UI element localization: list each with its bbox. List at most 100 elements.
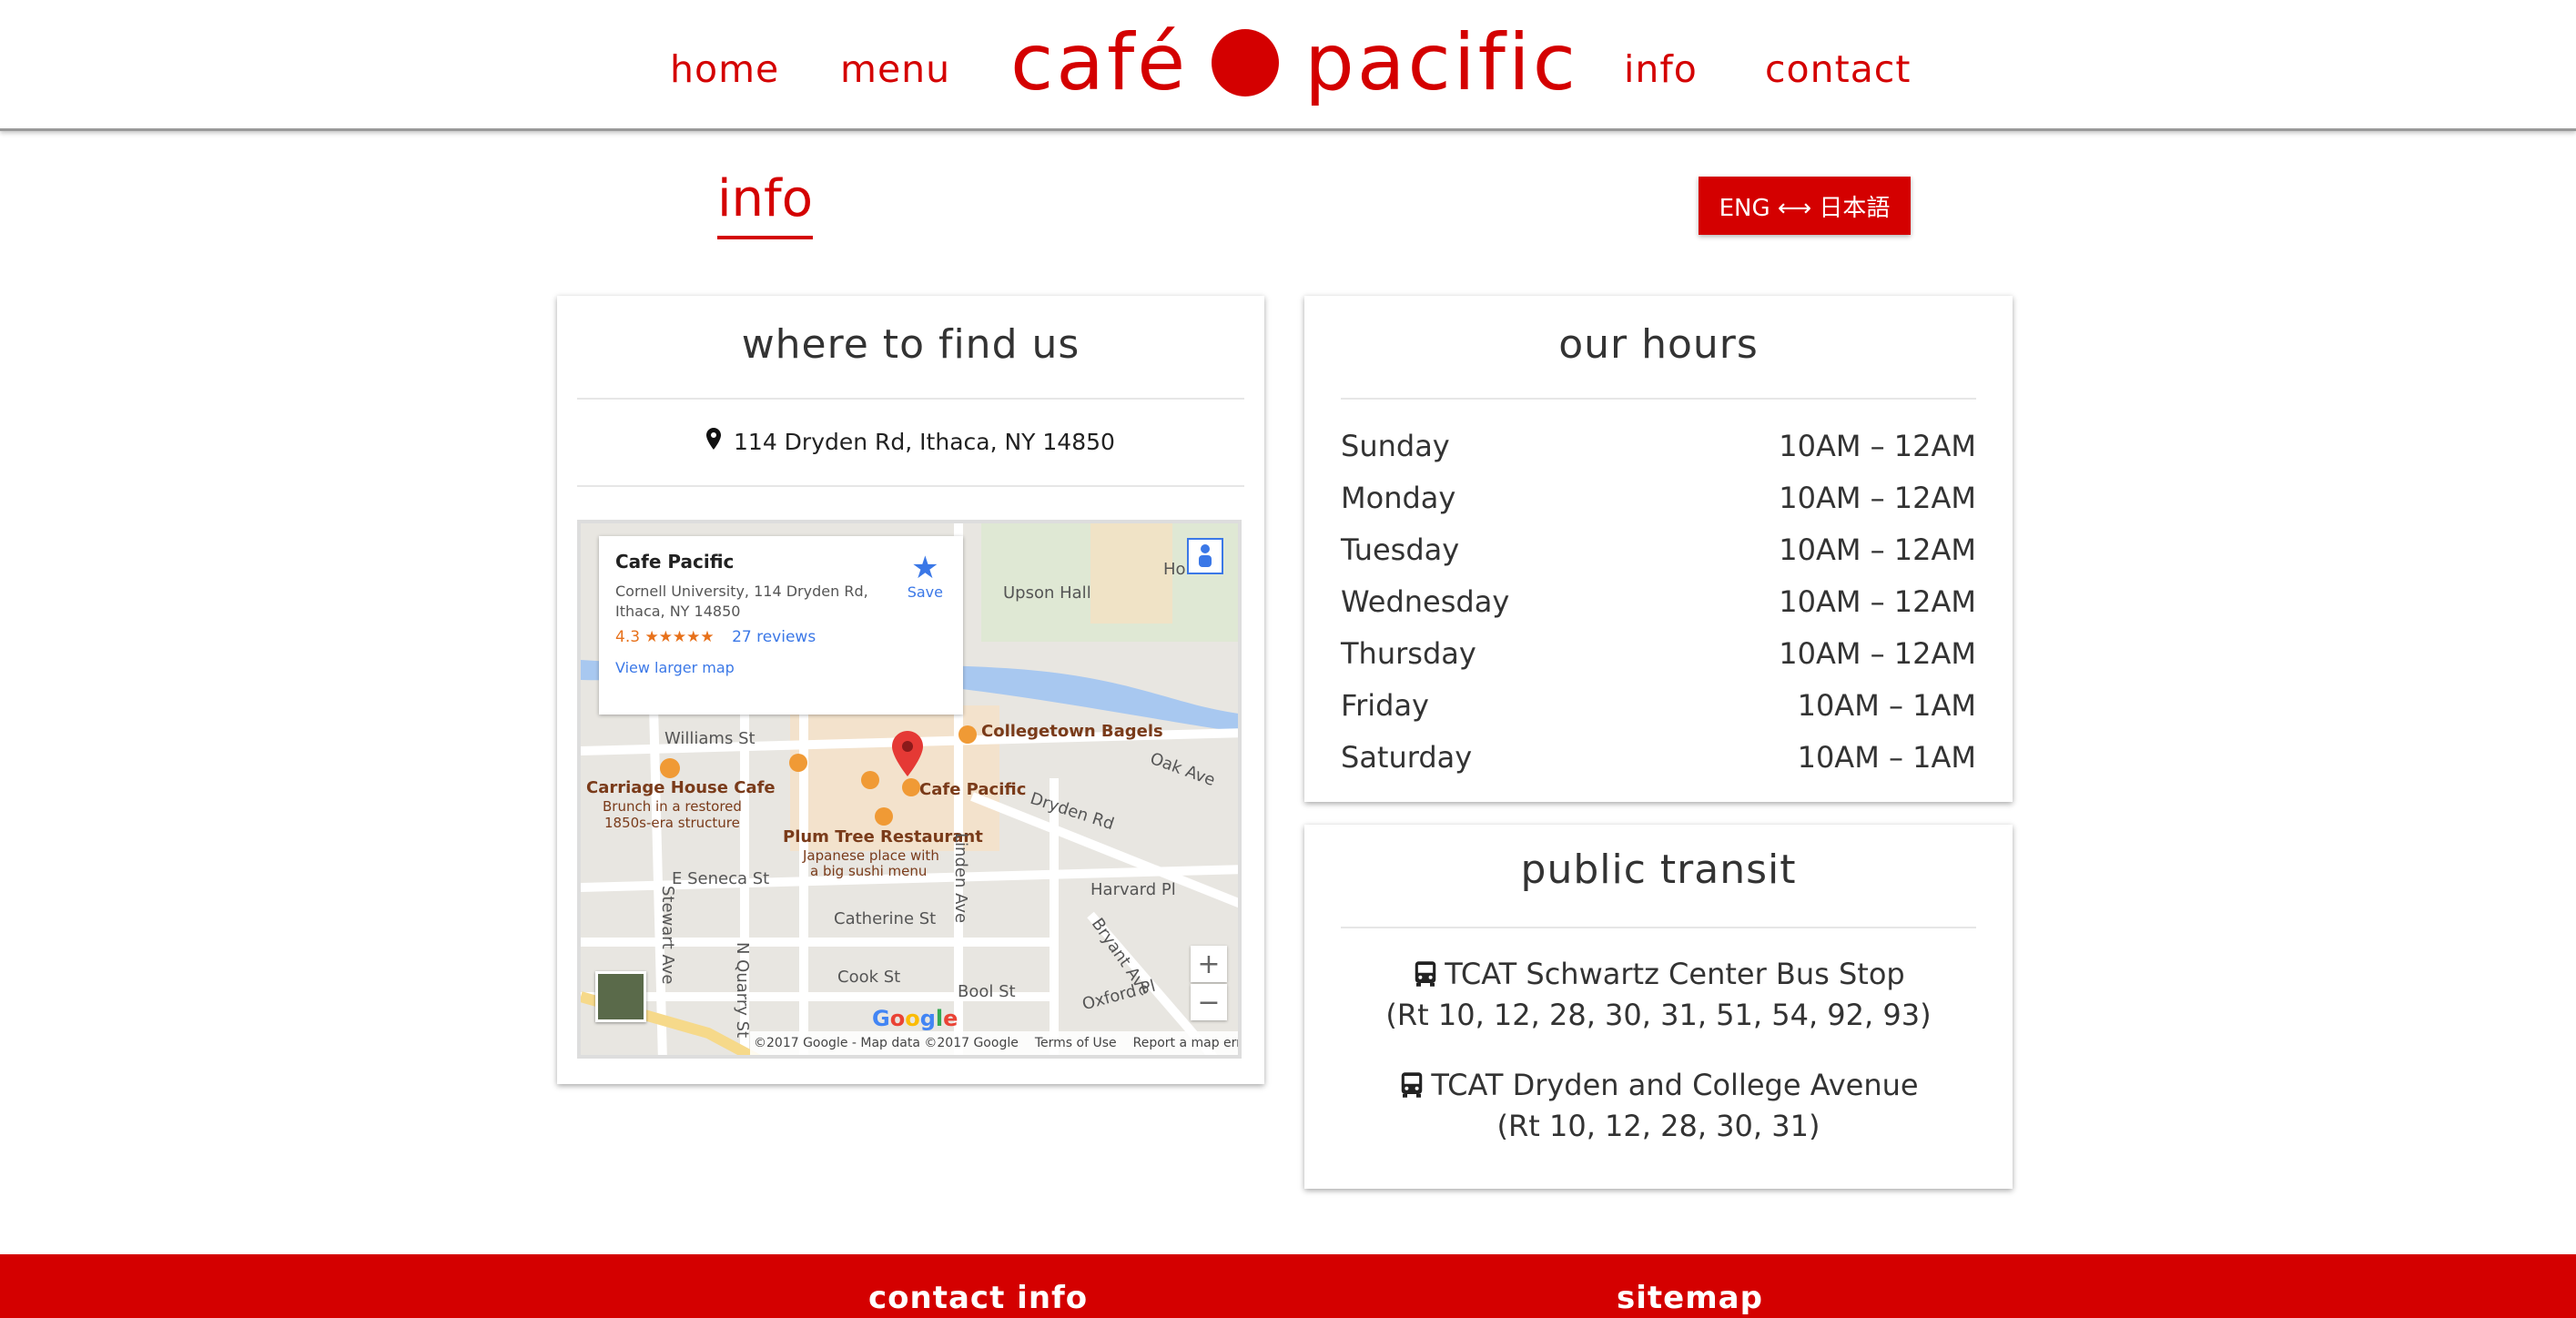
- map-label-carriage-house: Carriage House Cafe: [586, 778, 776, 797]
- google-logo-letter: g: [919, 1006, 936, 1031]
- google-logo-letter: G: [872, 1006, 890, 1031]
- map-label-cook-st: Cook St: [837, 968, 901, 987]
- location-heading: where to find us: [741, 321, 1080, 368]
- map-pin-icon[interactable]: [892, 731, 923, 776]
- stop-routes: (Rt 10, 12, 28, 30, 31): [1496, 1108, 1820, 1143]
- hours-row: Monday 10AM – 12AM: [1341, 481, 1976, 515]
- place-name: Cafe Pacific: [615, 551, 735, 573]
- address-text: 114 Dryden Rd, Ithaca, NY 14850: [734, 429, 1115, 455]
- transit-stop: TCAT Schwartz Center Bus Stop (Rt 10, 12…: [1304, 954, 2013, 1036]
- hours-row: Sunday 10AM – 12AM: [1341, 429, 1976, 463]
- hours-row: Saturday 10AM – 1AM: [1341, 740, 1976, 775]
- nav-home-link[interactable]: home: [670, 47, 779, 91]
- map-label-cafe-pacific: Cafe Pacific: [919, 780, 1027, 799]
- google-logo-letter: o: [889, 1006, 906, 1031]
- time-range: 10AM – 12AM: [1779, 584, 1976, 619]
- save-place-button[interactable]: ★ Save: [908, 553, 943, 601]
- time-range: 10AM – 12AM: [1779, 429, 1976, 463]
- bus-icon: [1402, 1072, 1423, 1098]
- place-info-popup: Cafe Pacific Cornell University, 114 Dry…: [599, 536, 963, 715]
- rating-stars-icon: ★★★★★: [644, 628, 715, 647]
- hours-heading: our hours: [1558, 321, 1759, 368]
- map-label-bool-st: Bool St: [958, 982, 1016, 1001]
- sitemap-heading: sitemap: [1617, 1280, 1763, 1316]
- day-label: Monday: [1341, 481, 1456, 515]
- logo-text-left: café: [1010, 17, 1189, 108]
- divider: [577, 398, 1244, 400]
- logo-dot-icon: [1212, 29, 1280, 96]
- map-label-n-quarry: N Quarry St: [733, 942, 752, 1039]
- day-label: Thursday: [1341, 636, 1476, 671]
- place-address: Cornell University, 114 Dryden Rd, Ithac…: [615, 583, 868, 620]
- stop-name: TCAT Schwartz Center Bus Stop: [1445, 957, 1905, 991]
- map-marker-icon: [706, 428, 722, 455]
- time-range: 10AM – 1AM: [1797, 740, 1976, 775]
- nav-menu-link[interactable]: menu: [840, 47, 950, 91]
- map-label-hollister: Ho: [1163, 560, 1186, 579]
- embedded-map[interactable]: Cafe Pacific Cornell University, 114 Dry…: [577, 520, 1242, 1059]
- time-range: 10AM – 12AM: [1779, 636, 1976, 671]
- satellite-view-toggle[interactable]: [595, 971, 646, 1022]
- reviews-link[interactable]: 27 reviews: [732, 628, 816, 646]
- transit-heading: public transit: [1520, 847, 1797, 893]
- map-footer: ©2017 Google - Map data ©2017 Google Ter…: [750, 1031, 1238, 1055]
- day-label: Tuesday: [1341, 532, 1460, 567]
- divider: [1341, 398, 1976, 400]
- day-label: Friday: [1341, 688, 1429, 723]
- map-sublabel: Japanese place with: [803, 847, 939, 864]
- place-rating: 4.3 ★★★★★ 27 reviews: [615, 628, 947, 646]
- language-toggle-button[interactable]: ENG ⟷ 日本語: [1699, 177, 1911, 235]
- hours-row: Thursday 10AM – 12AM: [1341, 636, 1976, 671]
- site-header: home menu café pacific info contact: [0, 0, 2576, 131]
- transit-stop: TCAT Dryden and College Avenue (Rt 10, 1…: [1304, 1065, 2013, 1147]
- day-label: Saturday: [1341, 740, 1473, 775]
- stop-routes: (Rt 10, 12, 28, 30, 31, 51, 54, 92, 93): [1385, 997, 1932, 1032]
- divider: [577, 485, 1244, 487]
- hours-row: Tuesday 10AM – 12AM: [1341, 532, 1976, 567]
- stop-name: TCAT Dryden and College Avenue: [1431, 1068, 1919, 1102]
- hours-card: our hours Sunday 10AM – 12AM Monday 10AM –…: [1304, 296, 2013, 802]
- map-label-stewart-ave: Stewart Ave: [658, 886, 677, 985]
- nav-info-link[interactable]: info: [1624, 47, 1698, 91]
- map-label-linden-ave: Linden Ave: [951, 833, 970, 924]
- logo-text-right: pacific: [1304, 17, 1579, 108]
- map-label-e-seneca: E Seneca St: [672, 869, 770, 888]
- map-copyright: ©2017 Google - Map data ©2017 Google: [754, 1036, 1019, 1050]
- day-label: Sunday: [1341, 429, 1450, 463]
- map-label-williams-st: Williams St: [664, 729, 756, 748]
- day-label: Wednesday: [1341, 584, 1510, 619]
- zoom-in-button[interactable]: +: [1191, 946, 1227, 982]
- bus-icon: [1415, 961, 1436, 987]
- save-label: Save: [907, 583, 943, 601]
- contact-info-heading: contact info: [868, 1280, 1089, 1316]
- map-sublabel: Brunch in a restored: [603, 798, 742, 815]
- time-range: 10AM – 1AM: [1797, 688, 1976, 723]
- view-larger-map-link[interactable]: View larger map: [615, 659, 947, 676]
- location-card: where to find us 114 Dryden Rd, Ithaca, …: [557, 296, 1264, 1084]
- transit-card: public transit TCAT Schwartz Center Bus …: [1304, 825, 2013, 1189]
- time-range: 10AM – 12AM: [1779, 481, 1976, 515]
- google-logo-letter: o: [905, 1006, 920, 1031]
- hours-row: Friday 10AM – 1AM: [1341, 688, 1976, 723]
- map-sublabel: 1850s-era structure: [604, 815, 740, 831]
- nav-contact-link[interactable]: contact: [1765, 47, 1911, 91]
- terms-of-use-link[interactable]: Terms of Use: [1035, 1036, 1117, 1050]
- google-logo-letter: e: [943, 1006, 958, 1031]
- site-logo[interactable]: café pacific: [1010, 13, 1578, 113]
- map-label-harvard-pl: Harvard Pl: [1090, 880, 1176, 899]
- street-view-pegman-icon[interactable]: [1187, 538, 1223, 574]
- map-label-collegetown-bagels: Collegetown Bagels: [981, 722, 1163, 741]
- address-line: 114 Dryden Rd, Ithaca, NY 14850: [557, 428, 1264, 455]
- page-title: info: [717, 172, 814, 239]
- rating-value: 4.3: [615, 628, 641, 647]
- map-label-upson-hall: Upson Hall: [1003, 583, 1091, 603]
- map-sublabel: a big sushi menu: [810, 863, 928, 879]
- map-label-catherine-st: Catherine St: [834, 909, 937, 928]
- zoom-out-button[interactable]: −: [1191, 984, 1227, 1020]
- divider: [1341, 927, 1976, 928]
- report-map-error-link[interactable]: Report a map error: [1133, 1036, 1238, 1050]
- hours-row: Wednesday 10AM – 12AM: [1341, 584, 1976, 619]
- site-footer: contact info sitemap: [0, 1254, 2576, 1318]
- google-logo: Google: [872, 1006, 958, 1031]
- star-icon: ★: [911, 550, 939, 586]
